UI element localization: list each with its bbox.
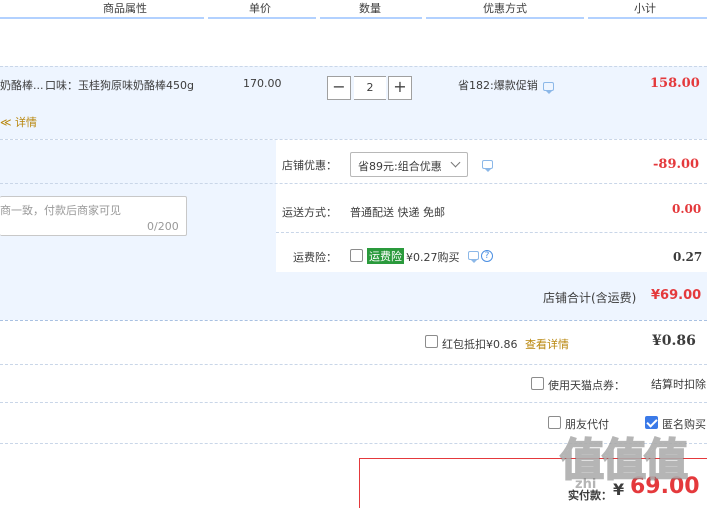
shop-discount-select[interactable]: 省89元:组合优惠 (350, 152, 468, 177)
redpacket-label: 红包抵扣¥0.86 (442, 338, 518, 351)
shop-discount-label: 店铺优惠： (282, 159, 337, 172)
redpacket-detail-link[interactable]: 查看详情 (525, 336, 569, 352)
coupon-checkbox[interactable] (531, 377, 544, 390)
divider (0, 320, 707, 321)
insurance-tag: 运费险 (367, 248, 404, 264)
quantity-plus-button[interactable]: + (388, 76, 412, 100)
shipping-amount: 0.00 (672, 202, 702, 216)
comment-icon[interactable] (543, 82, 554, 94)
insurance-label: 运费险： (293, 251, 337, 264)
header-underline (588, 17, 707, 19)
item-attribute: 口味：玉桂狗原味奶酪棒450g (45, 79, 194, 92)
coupon-label: 使用天猫点券： (548, 379, 625, 392)
shop-total-label: 店铺合计(含运费) (543, 291, 637, 305)
buyer-message-placeholder: 商一致，付款后商家可见 (0, 204, 121, 217)
divider (0, 183, 707, 184)
detail-prefix: ≪ (0, 116, 12, 129)
insurance-price: ¥0.27购买 (406, 251, 460, 264)
item-promo: 省182:爆款促销 (458, 79, 538, 92)
shop-discount-amount: -89.00 (653, 157, 700, 172)
redpacket-amount: ¥0.86 (652, 333, 696, 349)
header-underline (320, 17, 422, 19)
help-icon[interactable]: ? (481, 250, 493, 262)
header-col-attributes: 商品属性 (103, 2, 147, 15)
quantity-minus-button[interactable]: − (327, 76, 351, 100)
detail-link-text[interactable]: 详情 (15, 116, 37, 129)
divider (276, 232, 707, 233)
header-underline (208, 17, 316, 19)
item-unit-price: 170.00 (243, 77, 282, 90)
shop-total-value: ¥69.00 (651, 288, 702, 303)
insurance-checkbox[interactable] (350, 249, 363, 262)
shipping-value: 普通配送 快递 免邮 (350, 206, 445, 219)
divider (0, 364, 707, 365)
divider (0, 402, 707, 403)
buyer-message-count: 0/200 (147, 220, 179, 233)
header-col-quantity: 数量 (359, 2, 381, 15)
comment-icon[interactable] (468, 251, 479, 263)
header-underline (0, 17, 204, 19)
chevron-down-icon (450, 157, 461, 168)
divider (0, 66, 707, 67)
comment-icon[interactable] (482, 160, 493, 172)
shop-discount-value: 省89元:组合优惠 (358, 160, 442, 173)
buyer-message-input[interactable]: 商一致，付款后商家可见 0/200 (0, 196, 187, 236)
shipping-label: 运送方式： (282, 206, 337, 219)
header-col-unit-price: 单价 (249, 2, 271, 15)
header-col-subtotal: 小计 (634, 2, 656, 15)
detail-link[interactable]: ≪ 详情 (0, 114, 37, 130)
item-subtotal: 158.00 (650, 76, 700, 91)
header-col-discount: 优惠方式 (483, 2, 527, 15)
redpacket-checkbox[interactable] (425, 335, 438, 348)
quantity-input[interactable]: 2 (354, 76, 386, 100)
coupon-value: 结算时扣除 (651, 378, 706, 391)
watermark-sub: zhi (575, 477, 597, 492)
insurance-amount: 0.27 (673, 250, 703, 264)
header-underline (426, 17, 584, 19)
item-name[interactable]: 奶酪棒... (0, 77, 44, 93)
